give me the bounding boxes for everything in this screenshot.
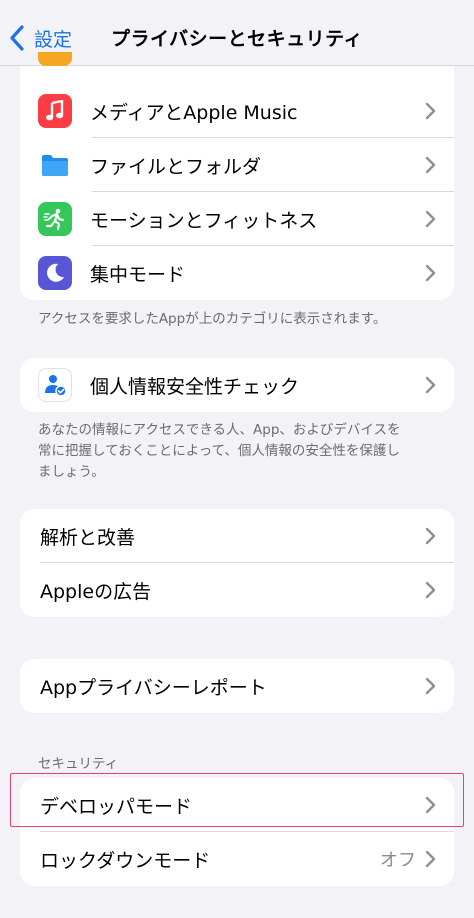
chevron-right-icon <box>425 677 436 695</box>
security-section-header: セキュリティ <box>38 756 119 772</box>
chevron-right-icon <box>425 796 436 814</box>
row-apple-advertising[interactable]: Appleの広告 <box>20 563 454 617</box>
row-label: Appプライバシーレポート <box>40 676 267 699</box>
safety-check-group: 個人情報安全性チェック <box>20 358 454 412</box>
app-categories-group: メディアとApple Music ファイルとフォルダ モーションとフィットネス … <box>20 56 454 300</box>
row-files-folders[interactable]: ファイルとフォルダ <box>20 138 454 192</box>
navigation-bar: 設定 プライバシーとセキュリティ <box>0 0 474 66</box>
row-developer-mode[interactable]: デベロッパモード <box>20 778 454 832</box>
page-title: プライバシーとセキュリティ <box>111 28 363 50</box>
row-analytics[interactable]: 解析と改善 <box>20 509 454 563</box>
row-motion-fitness[interactable]: モーションとフィットネス <box>20 192 454 246</box>
chevron-right-icon <box>425 376 436 394</box>
analytics-group: 解析と改善 Appleの広告 <box>20 509 454 617</box>
chevron-right-icon <box>425 156 436 174</box>
row-safety-check[interactable]: 個人情報安全性チェック <box>20 358 454 412</box>
row-label: 集中モード <box>90 263 186 286</box>
chevron-right-icon <box>425 264 436 282</box>
lockdown-mode-status: オフ <box>380 850 416 871</box>
app-categories-footer: アクセスを要求したAppが上のカテゴリに表示されます。 <box>38 311 387 327</box>
person-checkmark-icon <box>38 368 72 402</box>
row-label: Appleの広告 <box>40 580 152 603</box>
row-label: 解析と改善 <box>40 526 136 549</box>
chevron-right-icon <box>425 581 436 599</box>
row-label: ファイルとフォルダ <box>90 155 262 178</box>
chevron-right-icon <box>425 210 436 228</box>
row-label: モーションとフィットネス <box>90 209 318 232</box>
chevron-right-icon <box>425 102 436 120</box>
chevron-right-icon <box>425 850 436 868</box>
folder-icon <box>38 148 72 182</box>
moon-icon <box>38 256 72 290</box>
row-label: メディアとApple Music <box>90 101 298 124</box>
security-group: デベロッパモード ロックダウンモード オフ <box>20 778 454 886</box>
music-note-icon <box>38 94 72 128</box>
running-figure-icon <box>38 202 72 236</box>
partial-row-icon <box>38 52 72 66</box>
chevron-right-icon <box>425 527 436 545</box>
privacy-report-group: Appプライバシーレポート <box>20 659 454 713</box>
row-media-apple-music[interactable]: メディアとApple Music <box>20 84 454 138</box>
row-app-privacy-report[interactable]: Appプライバシーレポート <box>20 659 454 713</box>
row-focus[interactable]: 集中モード <box>20 246 454 300</box>
safety-check-footer: あなたの情報にアクセスできる人、App、およびデバイスを 常に把握しておくことに… <box>38 422 401 480</box>
row-label: デベロッパモード <box>40 795 193 818</box>
row-lockdown-mode[interactable]: ロックダウンモード オフ <box>20 832 454 886</box>
row-label: 個人情報安全性チェック <box>90 375 300 398</box>
row-label: ロックダウンモード <box>40 849 211 872</box>
